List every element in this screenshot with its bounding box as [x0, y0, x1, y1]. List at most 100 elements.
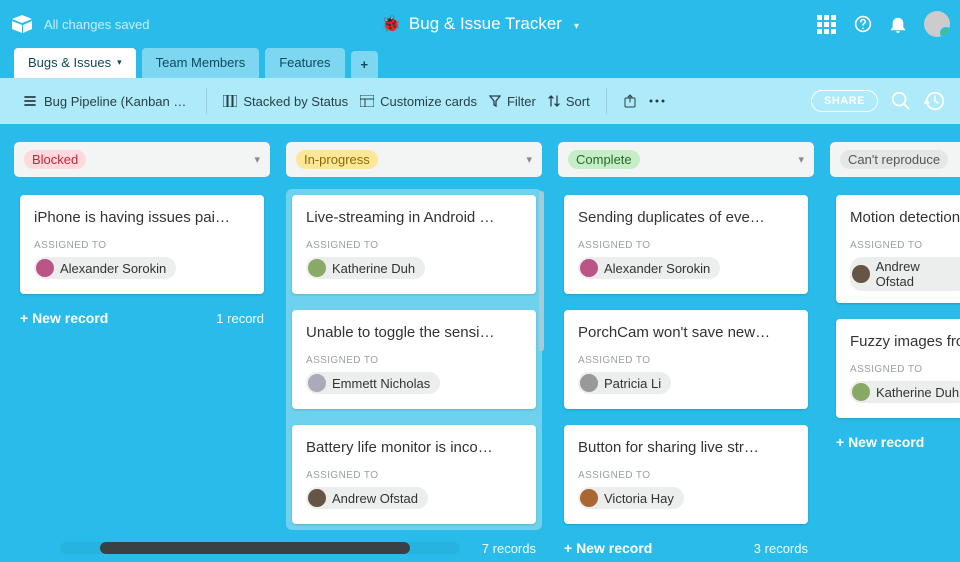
vertical-scrollbar[interactable] [539, 191, 544, 351]
share-export-icon[interactable] [617, 90, 643, 112]
kanban-column: In-progress ▾ Live-streaming in Android …A… [286, 142, 542, 562]
view-toolbar: Bug Pipeline (Kanban … Stacked by Status… [0, 78, 960, 124]
field-label: ASSIGNED TO [578, 355, 794, 366]
tool-label: Filter [507, 94, 536, 109]
assignee-chip[interactable]: Alexander Sorokin [578, 257, 720, 279]
record-card[interactable]: iPhone is having issues pai… ASSIGNED TO A… [20, 195, 264, 294]
tool-label: Sort [566, 94, 590, 109]
hamburger-icon [24, 95, 36, 107]
kanban-column: Blocked ▾ iPhone is having issues pai… ASSI… [14, 142, 270, 562]
add-table-button[interactable]: + [351, 51, 379, 78]
field-label: ASSIGNED TO [34, 240, 250, 251]
chevron-down-icon[interactable]: ▾ [798, 153, 804, 166]
assignee-chip[interactable]: Patricia Li [578, 372, 671, 394]
stacked-by-button[interactable]: Stacked by Status [217, 90, 354, 113]
assignee-chip[interactable]: Andrew Ofstad [306, 487, 428, 509]
base-title-text: Bug & Issue Tracker [409, 14, 562, 34]
assignee-chip[interactable]: Andrew Ofstad [850, 257, 960, 291]
field-label: ASSIGNED TO [850, 240, 960, 251]
card-title: Unable to toggle the sensi… [306, 324, 522, 341]
kanban-column: Can't reproduce▾ Motion detection ASSIGNED… [830, 142, 960, 562]
cards-area: Live-streaming in Android …ASSIGNED TOKa… [286, 189, 542, 530]
field-label: ASSIGNED TO [578, 470, 794, 481]
field-label: ASSIGNED TO [306, 240, 522, 251]
customize-cards-button[interactable]: Customize cards [354, 90, 483, 113]
assignee-name: Andrew Ofstad [876, 259, 960, 289]
record-card[interactable]: Motion detection ASSIGNED TO Andrew Ofstad [836, 195, 960, 303]
new-record-button[interactable]: + New record [20, 310, 108, 326]
status-pill: Blocked [24, 150, 86, 169]
more-options-button[interactable] [643, 95, 671, 107]
chevron-down-icon[interactable]: ▾ [526, 153, 532, 166]
record-card[interactable]: PorchCam won't save new…ASSIGNED TOPatri… [564, 310, 808, 409]
assignee-chip[interactable]: Katherine Duh [850, 381, 960, 403]
assignee-chip[interactable]: Victoria Hay [578, 487, 684, 509]
user-avatar[interactable] [924, 11, 950, 37]
tab-label: Features [279, 55, 330, 70]
apps-grid-icon[interactable] [817, 15, 836, 34]
column-footer: + New record 3 records [558, 530, 814, 562]
card-title: Motion detection [850, 209, 960, 226]
share-button[interactable]: SHARE [811, 90, 878, 112]
tool-label: Stacked by Status [243, 94, 348, 109]
avatar-icon [580, 374, 598, 392]
card-title: Fuzzy images fro [850, 333, 960, 350]
column-footer: + New record [830, 424, 960, 458]
notifications-icon[interactable] [890, 15, 906, 33]
help-icon[interactable] [854, 15, 872, 33]
column-header[interactable]: In-progress ▾ [286, 142, 542, 177]
column-header[interactable]: Blocked ▾ [14, 142, 270, 177]
assignee-name: Patricia Li [604, 376, 661, 391]
sort-button[interactable]: Sort [542, 90, 596, 113]
horizontal-scrollbar[interactable] [60, 542, 460, 554]
avatar-icon [852, 265, 870, 283]
tab-label: Bugs & Issues [28, 55, 111, 70]
tab-team-members[interactable]: Team Members [142, 48, 260, 78]
filter-icon [489, 95, 501, 107]
new-record-button[interactable]: + New record [836, 434, 924, 450]
chevron-down-icon[interactable]: ▾ [254, 153, 260, 166]
record-card[interactable]: Unable to toggle the sensi…ASSIGNED TOEm… [292, 310, 536, 409]
filter-button[interactable]: Filter [483, 90, 542, 113]
assignee-chip[interactable]: Katherine Duh [306, 257, 425, 279]
kanban-board: Blocked ▾ iPhone is having issues pai… ASSI… [0, 124, 960, 562]
avatar-icon [308, 259, 326, 277]
app-logo-icon[interactable] [10, 15, 34, 33]
cards-area: Sending duplicates of eve… ASSIGNED TO Ale… [558, 189, 814, 530]
assignee-chip[interactable]: Emmett Nicholas [306, 372, 440, 394]
history-icon[interactable] [924, 90, 946, 112]
chevron-down-icon: ▾ [117, 57, 122, 68]
column-footer: + New record1 record [14, 300, 270, 334]
card-title: Button for sharing live str… [578, 439, 794, 456]
record-card[interactable]: Button for sharing live str… ASSIGNED TO V… [564, 425, 808, 524]
card-title: iPhone is having issues pai… [34, 209, 250, 226]
tool-label: Customize cards [380, 94, 477, 109]
kanban-column: Complete▾ Sending duplicates of eve… ASSIG… [558, 142, 814, 562]
record-card[interactable]: Battery life monitor is inco…ASSIGNED TO… [292, 425, 536, 524]
record-card[interactable]: Sending duplicates of eve…ASSIGNED TOAle… [564, 195, 808, 294]
column-header[interactable]: Can't reproduce▾ [830, 142, 960, 177]
view-switcher[interactable]: Bug Pipeline (Kanban … [14, 90, 196, 113]
avatar-icon [308, 489, 326, 507]
status-pill: Can't reproduce [840, 150, 948, 169]
scrollbar-thumb[interactable] [100, 542, 410, 554]
record-count: 3 records [754, 541, 808, 556]
cards-area: iPhone is having issues pai… ASSIGNED TO A… [14, 189, 270, 300]
chevron-down-icon [570, 14, 579, 34]
search-icon[interactable] [890, 90, 912, 112]
status-pill: In-progress [296, 150, 378, 169]
cards-icon [360, 95, 374, 107]
new-record-button[interactable]: + New record [564, 540, 652, 556]
tab-label: Team Members [156, 55, 246, 70]
column-header[interactable]: Complete▾ [558, 142, 814, 177]
base-title-dropdown[interactable]: 🐞 Bug & Issue Tracker [381, 14, 579, 34]
record-card[interactable]: Live-streaming in Android …ASSIGNED TOKa… [292, 195, 536, 294]
card-title: Sending duplicates of eve… [578, 209, 794, 226]
assignee-chip[interactable]: Alexander Sorokin [34, 257, 176, 279]
tab-features[interactable]: Features [265, 48, 344, 78]
cards-area: Motion detection ASSIGNED TO Andrew Ofstad… [830, 189, 960, 424]
assignee-name: Victoria Hay [604, 491, 674, 506]
bug-icon: 🐞 [381, 14, 401, 34]
tab-bugs-issues[interactable]: Bugs & Issues ▾ [14, 48, 136, 78]
record-card[interactable]: Fuzzy images froASSIGNED TOKatherine Duh [836, 319, 960, 418]
